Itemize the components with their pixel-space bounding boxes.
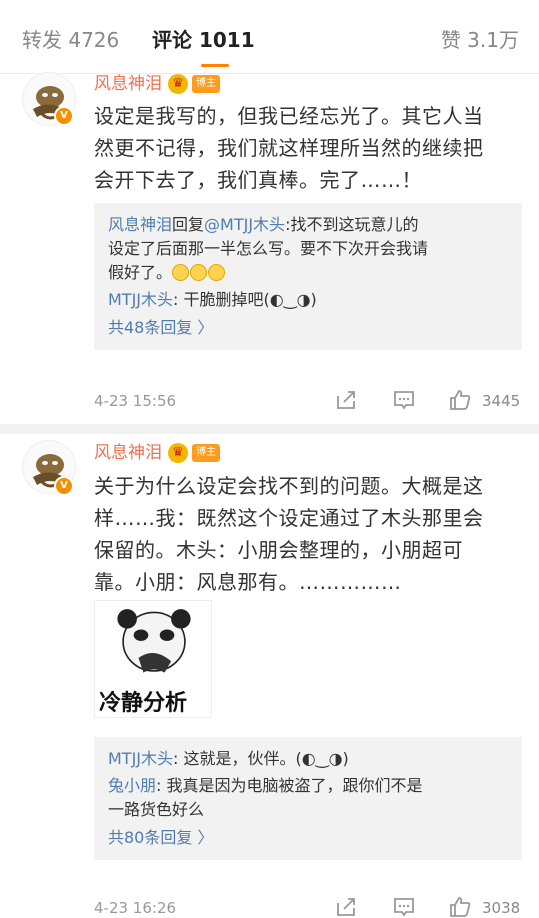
sticker-caption: 冷静分析	[99, 691, 188, 716]
reply-item: MTJJ木头: 这就是，伙伴。(◐‿◑)	[108, 747, 508, 771]
reply-item: 风息神泪回复@MTJJ木头:找不到这玩意儿的 设定了后面那一半怎么写。要不下次开…	[108, 213, 508, 285]
comment-line: 然更不记得，我们就这样理所当然的继续把	[94, 136, 484, 160]
crown-icon: ♛	[168, 443, 188, 463]
comment-line: 设定是我写的，但我已经忘光了。其它人当	[94, 104, 484, 128]
more-replies-link[interactable]: 共48条回复 〉	[108, 316, 508, 340]
crown-icon: ♛	[168, 74, 188, 94]
host-badge: 博主	[192, 444, 220, 462]
comment-line: 靠。小朋：风息那有。……………	[94, 570, 402, 594]
reply-text: 回复	[172, 215, 205, 234]
like-count: 3445	[482, 392, 521, 410]
comment-line: 保留的。木头：小朋会整理的，小朋超可	[94, 538, 463, 562]
host-badge: 博主	[192, 75, 220, 93]
reply-username[interactable]: MTJJ木头	[108, 749, 173, 768]
reply-text: 假好了。	[108, 263, 173, 282]
share-icon[interactable]	[334, 388, 360, 414]
username[interactable]: 风息神泪	[94, 72, 162, 96]
timestamp: 4-23 16:26	[94, 899, 177, 917]
tab-comments[interactable]: 评论 1011	[152, 26, 255, 54]
comment-header: 风息神泪 ♛ 博主	[94, 72, 220, 96]
comment-icon[interactable]	[392, 388, 418, 414]
like-icon[interactable]	[448, 388, 474, 414]
tab-repost[interactable]: 转发 4726	[22, 26, 119, 54]
panda-sticker-icon	[117, 609, 191, 673]
reply-username[interactable]: 风息神泪	[108, 215, 172, 234]
comment-line: 关于为什么设定会找不到的问题。大概是这	[94, 474, 484, 498]
reply-text: 设定了后面那一半怎么写。要不下次开会我请	[108, 239, 429, 258]
tab-likes[interactable]: 赞 3.1万	[441, 26, 519, 54]
like-count: 3038	[482, 899, 521, 917]
reply-username[interactable]: 兔小朋	[108, 776, 156, 795]
share-icon[interactable]	[334, 895, 360, 918]
comment-line: 样……我：既然这个设定通过了木头那里会	[94, 506, 484, 530]
smile-emoji-icon	[190, 264, 208, 281]
more-replies-link[interactable]: 共80条回复 〉	[108, 826, 508, 850]
comment-meta: 4-23 15:56 3445	[94, 388, 524, 414]
reply-text: :找不到这玩意儿的	[285, 215, 419, 234]
comment-meta: 4-23 16:26 3038	[94, 895, 524, 918]
timestamp: 4-23 15:56	[94, 392, 177, 410]
reply-username[interactable]: MTJJ木头	[108, 290, 173, 309]
reply-item: MTJJ木头: 干脆删掉吧(◐‿◑)	[108, 288, 508, 312]
comment-icon[interactable]	[392, 895, 418, 918]
reply-item: 兔小朋: 我真是因为电脑被盗了，跟你们不是 一路货色好么	[108, 774, 508, 822]
reply-box[interactable]: MTJJ木头: 这就是，伙伴。(◐‿◑) 兔小朋: 我真是因为电脑被盗了，跟你们…	[94, 737, 522, 860]
smile-emoji-icon	[208, 264, 226, 281]
comment-line: 会开下去了，我们真棒。完了……！	[94, 168, 422, 192]
mention-link[interactable]: @MTJJ木头	[204, 215, 285, 234]
reply-text: : 这就是，伙伴。(◐‿◑)	[173, 749, 349, 768]
reply-text: 一路货色好么	[108, 800, 205, 819]
comment-text: 设定是我写的，但我已经忘光了。其它人当 然更不记得，我们就这样理所当然的继续把 …	[94, 100, 524, 196]
sticker-image[interactable]: 冷静分析	[94, 600, 212, 718]
section-divider	[0, 424, 539, 434]
like-icon[interactable]	[448, 895, 474, 918]
comment-header: 风息神泪 ♛ 博主	[94, 441, 220, 465]
smile-emoji-icon	[172, 264, 190, 281]
tab-bar: 转发 4726 评论 1011 赞 3.1万	[0, 0, 539, 74]
reply-box[interactable]: 风息神泪回复@MTJJ木头:找不到这玩意儿的 设定了后面那一半怎么写。要不下次开…	[94, 203, 522, 350]
username[interactable]: 风息神泪	[94, 441, 162, 465]
reply-text: : 干脆删掉吧(◐‿◑)	[173, 290, 317, 309]
verified-icon: V	[54, 106, 74, 126]
verified-icon: V	[54, 476, 74, 496]
comment-text: 关于为什么设定会找不到的问题。大概是这 样……我：既然这个设定通过了木头那里会 …	[94, 470, 524, 598]
tab-active-indicator	[201, 64, 229, 67]
reply-text: : 我真是因为电脑被盗了，跟你们不是	[156, 776, 423, 795]
